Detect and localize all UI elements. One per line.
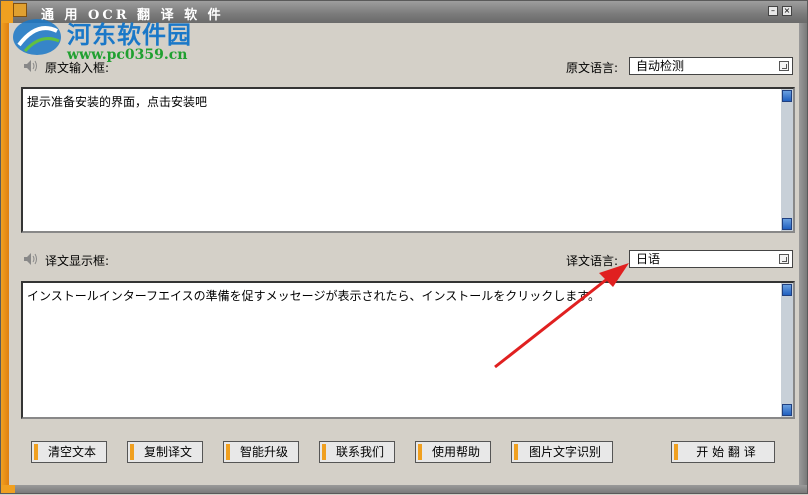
scroll-up-icon[interactable] — [782, 90, 792, 102]
contact-us-button[interactable]: 联系我们 — [319, 441, 395, 463]
target-lang-value: 日语 — [636, 252, 661, 266]
close-button[interactable]: × — [782, 6, 792, 16]
start-translate-button[interactable]: 开 始 翻 译 — [671, 441, 775, 463]
source-label: 原文输入框: — [45, 61, 110, 75]
target-text-output[interactable]: インストールインターフエイスの準備を促すメッセージが表示されたら、インストールを… — [21, 281, 795, 419]
image-ocr-button[interactable]: 图片文字识别 — [511, 441, 613, 463]
dropdown-icon[interactable] — [779, 254, 789, 264]
clear-text-button[interactable]: 清空文本 — [31, 441, 107, 463]
source-text: 提示准备安装的界面，点击安装吧 — [27, 95, 208, 109]
help-button[interactable]: 使用帮助 — [415, 441, 491, 463]
speaker-icon[interactable] — [23, 59, 39, 73]
app-window: 通 用 OCR 翻 译 软 件 – × 河东软件园 www.pc0359.cn … — [0, 0, 808, 494]
target-text: インストールインターフエイスの準備を促すメッセージが表示されたら、インストールを… — [27, 289, 601, 303]
window-right-border — [799, 23, 807, 487]
target-scrollbar[interactable] — [781, 283, 793, 417]
annotation-arrow-icon — [494, 263, 629, 369]
source-lang-value: 自动检测 — [636, 59, 685, 73]
minimize-button[interactable]: – — [768, 6, 778, 16]
watermark-logo-icon — [13, 19, 61, 55]
dropdown-icon[interactable] — [779, 61, 789, 71]
source-lang-select[interactable]: 自动检测 — [629, 57, 793, 75]
source-scrollbar[interactable] — [781, 89, 793, 231]
smart-upgrade-button[interactable]: 智能升级 — [223, 441, 299, 463]
source-text-input[interactable]: 提示准备安装的界面，点击安装吧 — [21, 87, 795, 233]
target-lang-label: 译文语言: — [566, 254, 619, 268]
speaker-icon[interactable] — [23, 252, 39, 266]
target-lang-select[interactable]: 日语 — [629, 250, 793, 268]
copy-translation-button[interactable]: 复制译文 — [127, 441, 203, 463]
target-label: 译文显示框: — [45, 254, 110, 268]
bottom-accent — [1, 485, 15, 493]
source-lang-label: 原文语言: — [566, 61, 619, 75]
watermark-name: 河东软件园 — [67, 20, 192, 49]
scroll-down-icon[interactable] — [782, 218, 792, 230]
window-left-border — [1, 23, 9, 487]
window-bottom-border — [1, 485, 807, 493]
scroll-up-icon[interactable] — [782, 284, 792, 296]
scroll-down-icon[interactable] — [782, 404, 792, 416]
